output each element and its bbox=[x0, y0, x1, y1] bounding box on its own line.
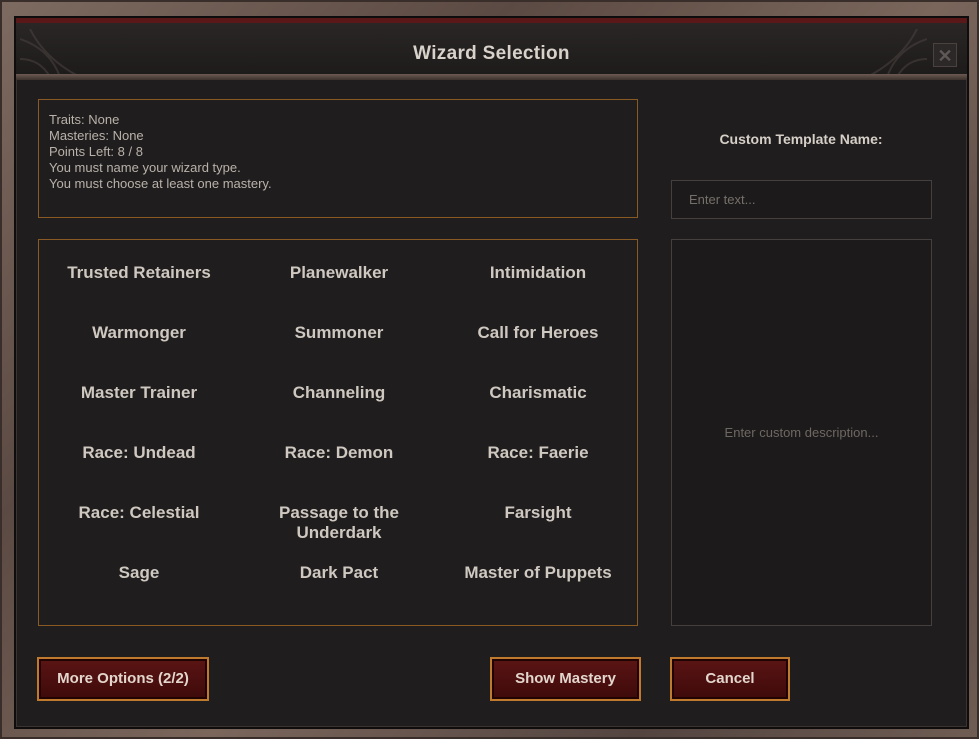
option-master-trainer[interactable]: Master Trainer bbox=[39, 383, 239, 403]
option-race-celestial[interactable]: Race: Celestial bbox=[39, 503, 239, 523]
mastery-requirement-message: You must choose at least one mastery. bbox=[49, 176, 272, 191]
title-bar: Wizard Selection ✕ bbox=[16, 18, 967, 80]
option-race-demon[interactable]: Race: Demon bbox=[239, 443, 439, 463]
description-placeholder: Enter custom description... bbox=[724, 425, 879, 440]
option-farsight[interactable]: Farsight bbox=[438, 503, 638, 523]
option-race-faerie[interactable]: Race: Faerie bbox=[438, 443, 638, 463]
option-warmonger[interactable]: Warmonger bbox=[39, 323, 239, 343]
option-summoner[interactable]: Summoner bbox=[239, 323, 439, 343]
option-charismatic[interactable]: Charismatic bbox=[438, 383, 638, 403]
mastery-options-grid: Trusted Retainers Planewalker Intimidati… bbox=[38, 239, 638, 626]
name-requirement-message: You must name your wizard type. bbox=[49, 160, 241, 175]
option-call-for-heroes[interactable]: Call for Heroes bbox=[438, 323, 638, 343]
option-planewalker[interactable]: Planewalker bbox=[239, 263, 439, 283]
status-info-box: Traits: None Masteries: None Points Left… bbox=[38, 99, 638, 218]
close-button[interactable]: ✕ bbox=[933, 43, 957, 67]
template-name-label: Custom Template Name: bbox=[719, 131, 883, 147]
option-dark-pact[interactable]: Dark Pact bbox=[239, 563, 439, 583]
dialog-panel: Wizard Selection ✕ Traits: None Masterie… bbox=[14, 16, 969, 729]
window-title: Wizard Selection bbox=[413, 43, 570, 64]
option-sage[interactable]: Sage bbox=[39, 563, 239, 583]
points-left-status: Points Left: 8 / 8 bbox=[49, 144, 143, 159]
option-trusted-retainers[interactable]: Trusted Retainers bbox=[39, 263, 239, 283]
custom-description-textarea[interactable]: Enter custom description... bbox=[671, 239, 932, 626]
option-passage-to-the-underdark[interactable]: Passage to the Underdark bbox=[269, 503, 409, 543]
masteries-status: Masteries: None bbox=[49, 128, 144, 143]
more-options-button[interactable]: More Options (2/2) bbox=[37, 657, 209, 701]
option-race-undead[interactable]: Race: Undead bbox=[39, 443, 239, 463]
template-name-input[interactable] bbox=[671, 180, 932, 219]
option-channeling[interactable]: Channeling bbox=[239, 383, 439, 403]
cancel-button[interactable]: Cancel bbox=[670, 657, 790, 701]
traits-status: Traits: None bbox=[49, 112, 120, 127]
option-intimidation[interactable]: Intimidation bbox=[438, 263, 638, 283]
show-mastery-button[interactable]: Show Mastery bbox=[490, 657, 641, 701]
window-frame: Wizard Selection ✕ Traits: None Masterie… bbox=[0, 0, 979, 739]
option-master-of-puppets[interactable]: Master of Puppets bbox=[438, 563, 638, 583]
